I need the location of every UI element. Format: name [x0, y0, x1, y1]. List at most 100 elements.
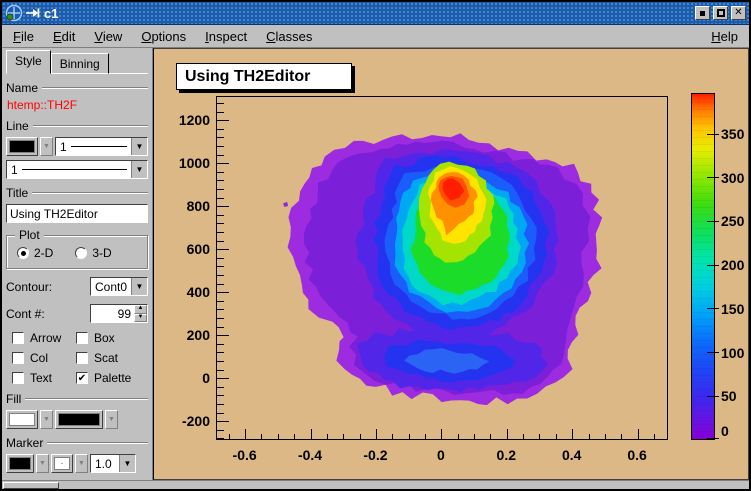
axis-tick — [217, 180, 224, 181]
menu-bar: File Edit View Options Inspect Classes Help — [2, 25, 749, 48]
line-style-combo[interactable]: 1 ▼ — [55, 137, 148, 156]
axis-tick — [311, 429, 312, 440]
menu-item-edit[interactable]: Edit — [48, 27, 80, 46]
marker-size-combo[interactable]: 1.0 ▼ — [90, 454, 136, 473]
chevron-down-icon[interactable]: ▼ — [131, 138, 147, 155]
checkbox-col[interactable]: Col — [12, 351, 76, 365]
axis-tick — [327, 434, 328, 440]
menu-item-classes[interactable]: Classes — [261, 27, 317, 46]
y-axis-tick-label: 800 — [154, 198, 210, 214]
chevron-down-icon[interactable]: ▼ — [131, 161, 147, 178]
pin-icon — [26, 6, 40, 20]
menu-item-options[interactable]: Options — [136, 27, 191, 46]
fill-pattern-dropdown-arrow[interactable]: ▼ — [105, 410, 118, 429]
title-input[interactable] — [6, 204, 148, 223]
marker-color-dropdown-arrow[interactable]: ▼ — [36, 454, 49, 473]
close-button[interactable]: ✕ — [731, 6, 746, 20]
axis-tick — [217, 361, 224, 362]
x-axis-tick-label: -0.6 — [233, 447, 257, 463]
axis-tick — [217, 395, 224, 396]
checkbox-palette[interactable]: ✔Palette — [76, 371, 148, 385]
axis-tick — [217, 335, 229, 336]
axis-tick — [217, 258, 224, 259]
menu-item-view[interactable]: View — [89, 27, 127, 46]
window-title: c1 — [44, 6, 58, 21]
palette-tick-label: 250 — [721, 213, 744, 229]
tab-binning[interactable]: Binning — [51, 53, 109, 74]
line-width-combo[interactable]: 1 ▼ — [6, 160, 148, 179]
axis-tick — [376, 429, 377, 440]
title-bar[interactable]: c1 ✕ — [2, 2, 749, 25]
x-axis-tick-label: -0.4 — [298, 447, 322, 463]
contour-histogram — [217, 97, 668, 440]
empty-checkbox — [76, 332, 88, 344]
axis-tick — [556, 434, 557, 440]
axis-tick — [217, 155, 224, 156]
checkbox-scat[interactable]: Scat — [76, 351, 148, 365]
horizontal-scrollbar[interactable] — [2, 480, 749, 489]
axis-tick — [217, 198, 224, 199]
axis-tick — [217, 387, 224, 388]
plot-title-pave[interactable]: Using TH2Editor — [176, 63, 352, 90]
draw-option-checkboxes: ArrowBoxColScatText✔Palette — [12, 331, 148, 385]
contour-combo[interactable]: Cont0 ▼ — [90, 277, 148, 296]
palette-tick — [707, 308, 719, 309]
menu-item-help[interactable]: Help — [706, 27, 743, 46]
color-palette-axis[interactable] — [691, 93, 715, 440]
checkbox-arrow[interactable]: Arrow — [12, 331, 76, 345]
maximize-button[interactable] — [713, 6, 728, 20]
palette-tick — [707, 177, 719, 178]
empty-checkbox — [12, 372, 24, 384]
radio-2d[interactable]: 2-D — [17, 246, 53, 260]
chevron-down-icon[interactable]: ▼ — [119, 455, 135, 472]
plot-frame[interactable] — [216, 96, 668, 440]
menu-item-file[interactable]: File — [8, 27, 39, 46]
x-axis-tick-label: 0.2 — [497, 447, 516, 463]
marker-shape-dropdown-arrow[interactable]: ▼ — [75, 454, 88, 473]
scrollbar-thumb[interactable] — [3, 482, 59, 489]
axis-tick — [217, 378, 229, 379]
spin-up-icon[interactable]: ▲ — [134, 305, 147, 314]
root-canvas[interactable]: Using TH2Editor -0.6-0.4-0.200.20.40.6-2… — [153, 48, 749, 480]
contour-count-input[interactable] — [91, 305, 134, 322]
checkbox-text[interactable]: Text — [12, 371, 76, 385]
axis-tick — [217, 215, 224, 216]
spin-down-icon[interactable]: ▼ — [134, 314, 147, 323]
axis-tick — [654, 434, 655, 440]
x-axis-tick-label: 0 — [437, 447, 445, 463]
y-axis-tick-label: 1000 — [154, 155, 210, 171]
axis-tick — [217, 352, 224, 353]
fill-pattern-swatch[interactable] — [55, 410, 103, 429]
axis-tick — [217, 103, 224, 104]
marker-color-swatch[interactable] — [6, 454, 34, 473]
y-axis-tick-label: -200 — [154, 413, 210, 429]
editor-tabs: Style Binning — [6, 50, 148, 74]
palette-bands — [692, 94, 714, 439]
axis-tick — [217, 438, 224, 439]
empty-checkbox — [76, 352, 88, 364]
axis-tick — [217, 309, 224, 310]
fill-color-dropdown-arrow[interactable]: ▼ — [40, 410, 53, 429]
minimize-button[interactable] — [695, 6, 710, 20]
axis-tick — [217, 129, 224, 130]
chevron-down-icon[interactable]: ▼ — [131, 278, 147, 295]
axis-tick — [458, 434, 459, 440]
radio-3d[interactable]: 3-D — [75, 246, 111, 260]
fill-section-header: Fill — [6, 392, 148, 406]
axis-tick — [217, 172, 224, 173]
checkbox-box[interactable]: Box — [76, 331, 148, 345]
axis-tick — [217, 430, 224, 431]
axis-tick — [425, 434, 426, 440]
axis-tick — [360, 434, 361, 440]
axis-tick — [217, 120, 229, 121]
axis-tick — [217, 189, 224, 190]
tab-underline — [109, 50, 148, 74]
contour-label: Contour: — [6, 280, 52, 294]
line-color-dropdown-arrow[interactable]: ▼ — [40, 137, 53, 156]
marker-shape-swatch[interactable]: · — [51, 454, 73, 473]
menu-item-inspect[interactable]: Inspect — [200, 27, 252, 46]
line-color-swatch[interactable] — [6, 137, 38, 156]
tab-style[interactable]: Style — [6, 50, 51, 74]
fill-color-swatch[interactable] — [6, 410, 38, 429]
x-axis-tick-label: 0.4 — [562, 447, 581, 463]
